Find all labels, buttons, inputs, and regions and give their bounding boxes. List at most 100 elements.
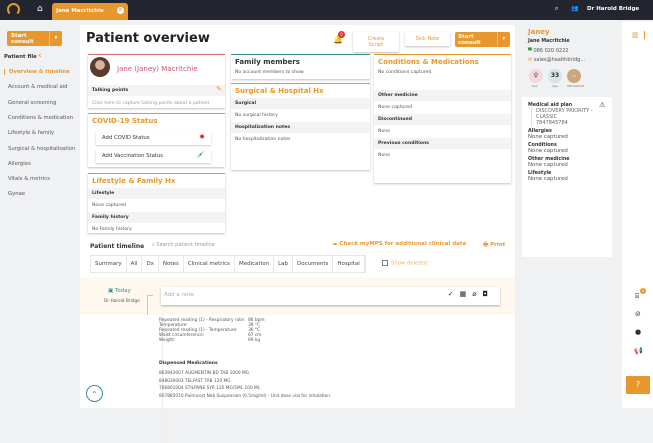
add-vaccination-status-button[interactable]: Add Vaccination Status 💉 [96,149,211,163]
sidebar-item[interactable]: Gynae [8,191,25,197]
start-consult-button[interactable]: Start consult ▾ [455,32,510,47]
timeline-tab[interactable]: Notes [159,256,184,272]
paperclip-icon[interactable]: ⌀ [472,290,482,298]
timeline-tab[interactable]: Hospital [333,256,365,272]
sex-label: Sex [532,84,538,88]
summary-field-value: None captured [528,134,568,140]
timeline-tab[interactable]: Medication [235,256,275,272]
discontinued-label: Discontinued [374,114,511,125]
surgical-card: Surgical & Hospital Hx Surgical No surgi… [231,83,370,170]
pencil-icon[interactable]: ✎ [216,85,222,93]
phone[interactable]: ▀ 086 020 0222 [528,48,568,54]
add-note-input[interactable]: Add a note ✓▦⌀◘ [161,287,500,305]
warning-icon[interactable]: ⚠ [599,101,605,109]
other-medicine-value: None captured [378,105,412,110]
timeline-tab[interactable]: Lab [274,256,293,272]
timeline-connector [147,295,153,315]
email[interactable]: ✉ sales@healthbridg... [528,57,585,63]
health-id-label: HBHealthID [567,84,585,88]
health-id-icon[interactable]: ⌵ [567,69,581,83]
timeline-tab[interactable]: Documents [293,256,334,272]
family-members-card: Family members No account members to sho… [231,54,370,79]
covid-card: COVID-19 Status Add COVID Status ✹ Add Va… [88,113,225,167]
bell-icon[interactable]: 🔔 0 [333,31,345,44]
app-logo[interactable] [7,3,20,16]
profile-card: Jane (Janey) Macritchie Talking points ✎… [88,54,225,108]
main-content: Patient overview 🔔 0 Create Script Sick N… [80,25,515,443]
medication-item: 807885010 Pulmicort Neb Suspension (0.5m… [159,393,330,399]
print-button[interactable]: 🖶 Print [483,241,505,250]
phone-value: 086 020 0222 [533,48,569,54]
sex-female-icon: ♀ [529,69,543,83]
sidebar-item[interactable]: General screening [8,100,56,106]
today-date: ▣ Today [108,288,131,294]
timeline-tab[interactable]: All [127,256,143,272]
collapse-chevron-icon[interactable]: ‹ [38,51,42,61]
label: Start consult [11,32,34,45]
medical-aid-details: DISCOVERY PRIORITY - CLASSIC 7847845784 [531,108,606,126]
checkbox[interactable] [382,260,388,266]
check-icon[interactable]: ✓ [448,290,460,298]
conditions-value: No conditions captured [378,70,432,75]
sidebar-item[interactable]: Overview & timeline [4,69,70,75]
add-covid-status-button[interactable]: Add COVID Status ✹ [96,131,211,145]
inbox-badge: 0 [640,288,646,294]
close-tab-icon[interactable]: × [117,7,124,14]
user-switch-icon[interactable]: 👥 [571,5,578,12]
timeline-tab[interactable]: Dx [142,256,159,272]
sick-note-button[interactable]: Sick Note [405,32,450,46]
summary-fields: Allergies None captured Conditions None cap… [528,129,606,182]
sidebar-start-consult-button[interactable]: Start consult ▾ [7,31,62,46]
sidebar-item[interactable]: Allergies [8,161,31,167]
email-value: sales@healthbridg... [533,57,586,63]
chevron-down-icon[interactable]: ▾ [48,31,62,46]
medical-aid-number: 7847845784 [536,120,568,126]
home-icon[interactable]: ⌂ [37,4,43,14]
patient-name: Jane (Janey) Macritchie [117,65,198,73]
timeline-tab[interactable]: Clinical metrics [184,256,235,272]
age-label: Age [552,84,558,88]
medication-item: 863942007 AUGMENTIN BD TAB 1000 MG [159,371,249,376]
timeline-search[interactable]: ⌕ Search patient timeline [152,242,215,248]
hospitalization-value: No hospitalization notes [235,137,291,142]
scroll-top-button[interactable]: ⌃ [86,385,103,402]
help-button[interactable]: ? [626,376,650,394]
sidebar-item[interactable]: Conditions & medication [8,115,73,121]
other-medicine-label: Other medicine [374,90,511,101]
full-name: Jane Macritchie [528,39,570,44]
conditions-title: Conditions & Medications [378,58,479,66]
book-icon[interactable]: ▥ [632,31,645,39]
search-icon[interactable]: ⌕ [555,5,558,13]
label: Start consult [458,33,481,46]
summary-field-value: None captured [528,176,568,182]
show-deleted-checkbox[interactable]: Show deleted [382,260,427,267]
label: Add Vaccination Status [102,153,164,159]
sidebar-item[interactable]: Account & medical aid [8,84,68,90]
sidebar-item[interactable]: Lifestyle & family [8,130,54,136]
medical-aid-plan: DISCOVERY PRIORITY - CLASSIC [536,108,593,120]
sidebar-item[interactable]: Surgical & hospitalisation [8,146,75,152]
discontinued-value: None [378,129,390,134]
family-history-value: No Family history [92,227,132,232]
check-circle-icon[interactable]: ⊘ [635,310,641,318]
megaphone-icon[interactable]: 📢 [634,347,643,355]
drop-icon[interactable]: ● [635,328,641,336]
inbox-icon[interactable]: ⌸ 0 [635,288,646,301]
check-mymps-link[interactable]: ☁ Check myMPS for additional clinical da… [332,241,466,247]
timeline-tab[interactable]: Summary [91,256,127,272]
vital-value: 69 kg [248,338,261,343]
label: Today [114,288,131,294]
image-icon[interactable]: ▦ [460,290,473,298]
page-title: Patient overview [86,31,210,46]
summary-field-value: None captured [528,162,568,168]
sidebar-item[interactable]: Vitals & metrics [8,176,50,182]
user-name[interactable]: Dr Harold Bridge [587,6,639,12]
create-script-button[interactable]: Create Script [353,32,399,52]
syringe-icon: 💉 [196,151,205,159]
patient-avatar[interactable] [90,57,110,77]
camera-icon[interactable]: ◘ [482,290,494,298]
chevron-down-icon[interactable]: ▾ [496,32,510,47]
today-doctor: Dr Harold Bridge [104,299,140,304]
patient-tab[interactable]: Jane Macritchie × [52,3,128,20]
talking-points-input[interactable]: Click here to capture talking points abo… [88,97,213,110]
